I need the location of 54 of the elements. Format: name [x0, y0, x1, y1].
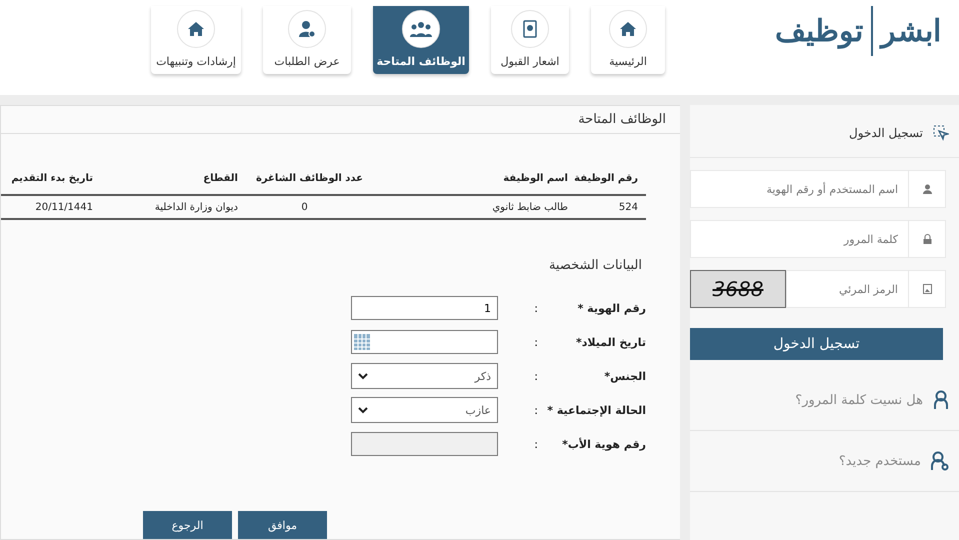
input-field[interactable]: اسم المستخدم أو رقم الهوية	[690, 170, 946, 208]
calendar-icon	[354, 334, 370, 350]
login-title: تسجيل الدخول	[849, 126, 923, 140]
panel-title: الوظائف المتاحة	[578, 112, 666, 127]
column-header: القطاع	[202, 172, 238, 184]
field-label: تاريخ الميلاد*	[575, 336, 646, 348]
input-field[interactable]: كلمة المرور	[690, 220, 946, 258]
table-cell-text: ديوان وزارة الداخلية	[154, 202, 238, 212]
nav-tab[interactable]: إرشادات وتنبيهات	[151, 6, 241, 74]
select-field[interactable]: عازب	[351, 397, 498, 423]
user-icon	[933, 390, 949, 410]
select-field[interactable]: ذكر	[351, 363, 498, 389]
field-label: رقم الهوية *	[576, 302, 646, 314]
section-title: البيانات الشخصية	[548, 258, 642, 273]
lock-icon	[922, 234, 932, 244]
colon: :	[533, 370, 538, 382]
caret-icon	[358, 406, 368, 414]
column-header: رقم الوظيفة	[573, 172, 638, 184]
home-icon	[619, 21, 637, 37]
table-cell-text: 0	[300, 202, 309, 212]
column-header: عدد الوظائف الشاغرة	[254, 172, 363, 184]
login-button[interactable]: تسجيل الدخول	[690, 328, 943, 360]
field-label: الحالة الإجتماعية *	[546, 404, 646, 416]
cursor-icon	[933, 125, 949, 141]
field-label: الجنس*	[603, 370, 646, 382]
nav-tab[interactable]: الرئيسية	[591, 6, 665, 74]
add-user-icon	[931, 451, 949, 471]
captcha-image: 3688	[690, 270, 786, 308]
home-icon	[187, 21, 205, 37]
colon: :	[533, 404, 538, 416]
column-header: اسم الوظيفة	[502, 172, 568, 184]
user-icon	[922, 184, 932, 194]
nav-tab[interactable]: اشعار القبول	[491, 6, 569, 74]
document-search-icon	[522, 20, 538, 38]
user-icon	[299, 20, 315, 38]
group-icon	[409, 21, 433, 37]
table-cell-text: 20/11/1441	[34, 202, 93, 212]
colon: :	[533, 336, 538, 348]
nav-tab[interactable]: عرض الطلبات	[263, 6, 351, 74]
nav-tab[interactable]: الوظائف المتاحة	[373, 6, 469, 74]
image-icon	[922, 284, 932, 294]
colon: :	[533, 438, 538, 450]
colon: :	[533, 302, 538, 314]
input-field[interactable]: الرمز المرئي	[786, 270, 946, 308]
action-button[interactable]: موافق	[238, 511, 327, 539]
id-number-field[interactable]: 1	[351, 296, 498, 320]
table-cell-text: 524	[618, 202, 638, 212]
table-cell-text: طالب ضابط ثانوي	[491, 202, 568, 212]
caret-icon	[358, 372, 368, 380]
action-button[interactable]: الرجوع	[143, 511, 232, 539]
date-field[interactable]	[351, 330, 498, 354]
logo: ابشر توظيف	[775, 0, 941, 56]
column-header: تاريخ بدء التقديم	[10, 172, 93, 184]
field-label: رقم هوية الأب*	[561, 438, 646, 450]
